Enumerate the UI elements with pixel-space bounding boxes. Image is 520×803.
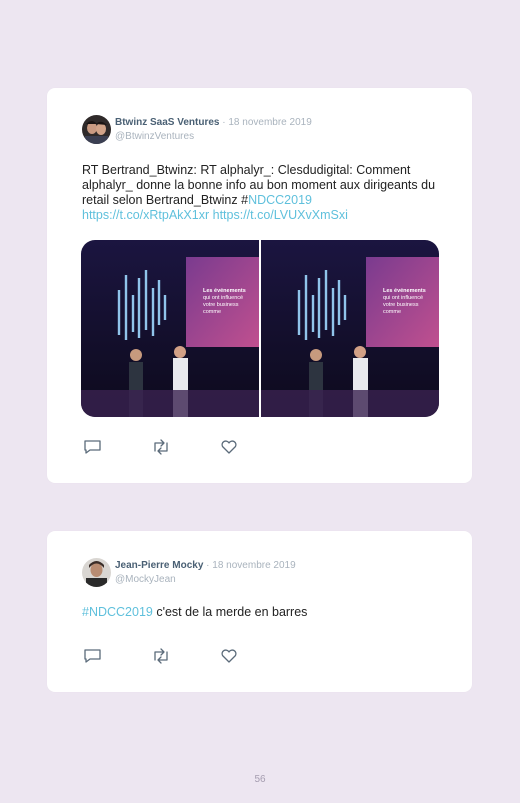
retweet-icon[interactable] (151, 439, 171, 455)
like-icon[interactable] (219, 439, 239, 455)
tweet-media[interactable]: Les événements qui ont influencé votre b… (81, 240, 439, 417)
author-name[interactable]: Btwinz SaaS Ventures (115, 117, 219, 128)
tweet-header: Jean-Pierre Mocky · 18 novembre 2019 (115, 560, 296, 571)
media-caption-line: votre business (383, 302, 419, 308)
media-photo[interactable]: Les événements qui ont influencé votre b… (81, 240, 259, 417)
avatar[interactable] (82, 115, 111, 144)
hashtag-link[interactable]: NDCC2019 (248, 193, 312, 207)
tweet-card: Btwinz SaaS Ventures · 18 novembre 2019 … (47, 88, 472, 483)
url-link[interactable]: https://t.co/LVUXvXmSxi (213, 208, 348, 222)
tweet-date[interactable]: · 18 novembre 2019 (219, 117, 312, 128)
tweet-actions (83, 439, 239, 455)
reply-icon[interactable] (83, 439, 103, 455)
tweet-header: Btwinz SaaS Ventures · 18 novembre 2019 (115, 117, 312, 128)
media-caption-line: Les événements (203, 288, 246, 294)
media-caption-line: qui ont influencé (383, 295, 424, 301)
media-caption-line: qui ont influencé (203, 295, 244, 301)
media-caption: Les événements qui ont influencé votre b… (203, 288, 259, 316)
url-link[interactable]: https://t.co/xRtpAkX1xr (82, 208, 209, 222)
media-caption-line: votre business (203, 302, 239, 308)
tweet-body: c'est de la merde en barres (152, 605, 308, 619)
retweet-icon[interactable] (151, 648, 171, 664)
tweet-date[interactable]: · 18 novembre 2019 (203, 560, 296, 571)
like-icon[interactable] (219, 648, 239, 664)
hashtag-link[interactable]: #NDCC2019 (82, 605, 153, 619)
media-caption-line: comme (203, 309, 222, 315)
avatar[interactable] (82, 558, 111, 587)
reply-icon[interactable] (83, 648, 103, 664)
author-handle[interactable]: @MockyJean (115, 574, 176, 585)
media-photo[interactable]: Les événements qui ont influencé votre b… (261, 240, 439, 417)
page-number: 56 (254, 774, 266, 785)
author-handle[interactable]: @BtwinzVentures (115, 131, 194, 142)
tweet-text: RT Bertrand_Btwinz: RT alphalyr_: Clesdu… (82, 163, 442, 223)
media-caption-line: comme (383, 309, 402, 315)
tweet-actions (83, 648, 239, 664)
author-name[interactable]: Jean-Pierre Mocky (115, 560, 203, 571)
tweet-text: #NDCC2019 c'est de la merde en barres (82, 605, 442, 620)
tweet-card: Jean-Pierre Mocky · 18 novembre 2019 @Mo… (47, 531, 472, 692)
media-caption-line: Les événements (383, 288, 426, 294)
media-caption: Les événements qui ont influencé votre b… (383, 288, 439, 316)
